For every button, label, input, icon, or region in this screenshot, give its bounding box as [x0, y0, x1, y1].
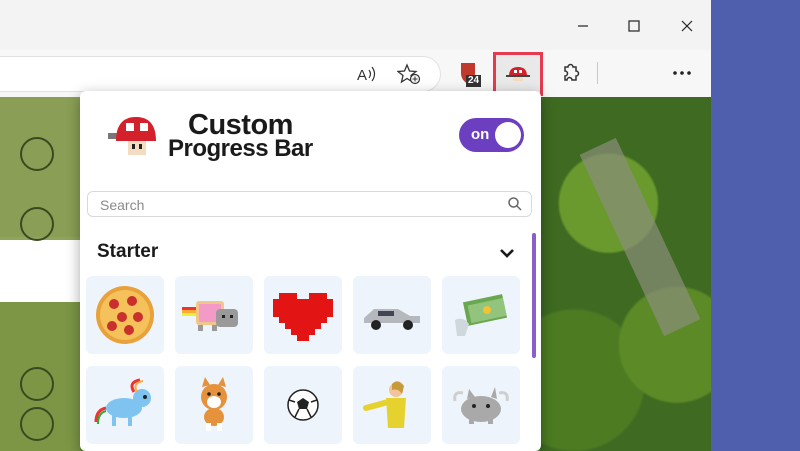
read-aloud-button[interactable]: A — [354, 62, 380, 86]
minimize-button[interactable] — [568, 12, 598, 40]
minimize-icon — [578, 25, 588, 27]
chevron-down-icon[interactable] — [498, 245, 516, 261]
pixel-heart-icon — [273, 293, 333, 341]
more-button[interactable] — [668, 60, 696, 86]
title-bar — [0, 0, 711, 50]
svg-text:A: A — [357, 67, 367, 84]
tile-dancer[interactable] — [353, 366, 431, 444]
puzzle-icon — [564, 63, 580, 81]
tile-car[interactable] — [353, 276, 431, 354]
close-button[interactable] — [672, 12, 702, 40]
browser-toolbar: A 24 — [0, 50, 711, 97]
read-aloud-icon: A — [357, 66, 376, 84]
mushroom-logo-icon — [108, 117, 156, 155]
enable-toggle[interactable]: on — [459, 118, 524, 152]
search-icon[interactable] — [507, 196, 523, 212]
mushroom-icon — [506, 67, 530, 81]
favorite-button[interactable] — [396, 62, 422, 86]
tile-money[interactable] — [442, 276, 520, 354]
add-favorite-icon — [397, 63, 421, 85]
extension-badge: 24 — [466, 75, 482, 87]
delorean-car-icon — [364, 309, 420, 330]
soccer-ball-icon — [287, 389, 319, 421]
dancing-person-icon — [363, 381, 406, 428]
scrollbar[interactable] — [532, 233, 536, 358]
toggle-knob — [495, 122, 521, 148]
money-stack-icon — [455, 294, 508, 336]
pusheen-cat-icon — [453, 387, 509, 424]
tile-nyan-cat[interactable] — [175, 276, 253, 354]
tile-pizza[interactable] — [86, 276, 164, 354]
shield-extension-button[interactable]: 24 — [456, 60, 484, 90]
tile-pusheen[interactable] — [442, 366, 520, 444]
tile-pony[interactable] — [86, 366, 164, 444]
section-title-starter[interactable]: Starter — [97, 241, 158, 263]
toolbar-divider — [597, 62, 598, 84]
rainbow-pony-icon — [94, 378, 151, 426]
nyan-cat-icon — [182, 301, 238, 331]
search-box — [87, 191, 532, 217]
maximize-icon — [628, 20, 640, 32]
extension-popup: Custom Progress Bar on Starter — [80, 91, 541, 451]
search-input[interactable] — [98, 195, 492, 215]
corgi-icon — [201, 377, 227, 431]
maximize-button[interactable] — [619, 12, 649, 40]
pizza-icon — [96, 286, 154, 344]
tile-soccer[interactable] — [264, 366, 342, 444]
extensions-button[interactable] — [557, 60, 583, 86]
page-background-image — [540, 97, 711, 451]
more-icon — [673, 71, 691, 75]
toggle-label: on — [471, 126, 490, 143]
close-icon — [681, 20, 693, 32]
custom-progress-bar-extension-button[interactable] — [493, 52, 543, 96]
page-left-area — [0, 97, 80, 451]
popup-title-line2: Progress Bar — [168, 135, 313, 162]
tile-heart[interactable] — [264, 276, 342, 354]
tile-corgi[interactable] — [175, 366, 253, 444]
